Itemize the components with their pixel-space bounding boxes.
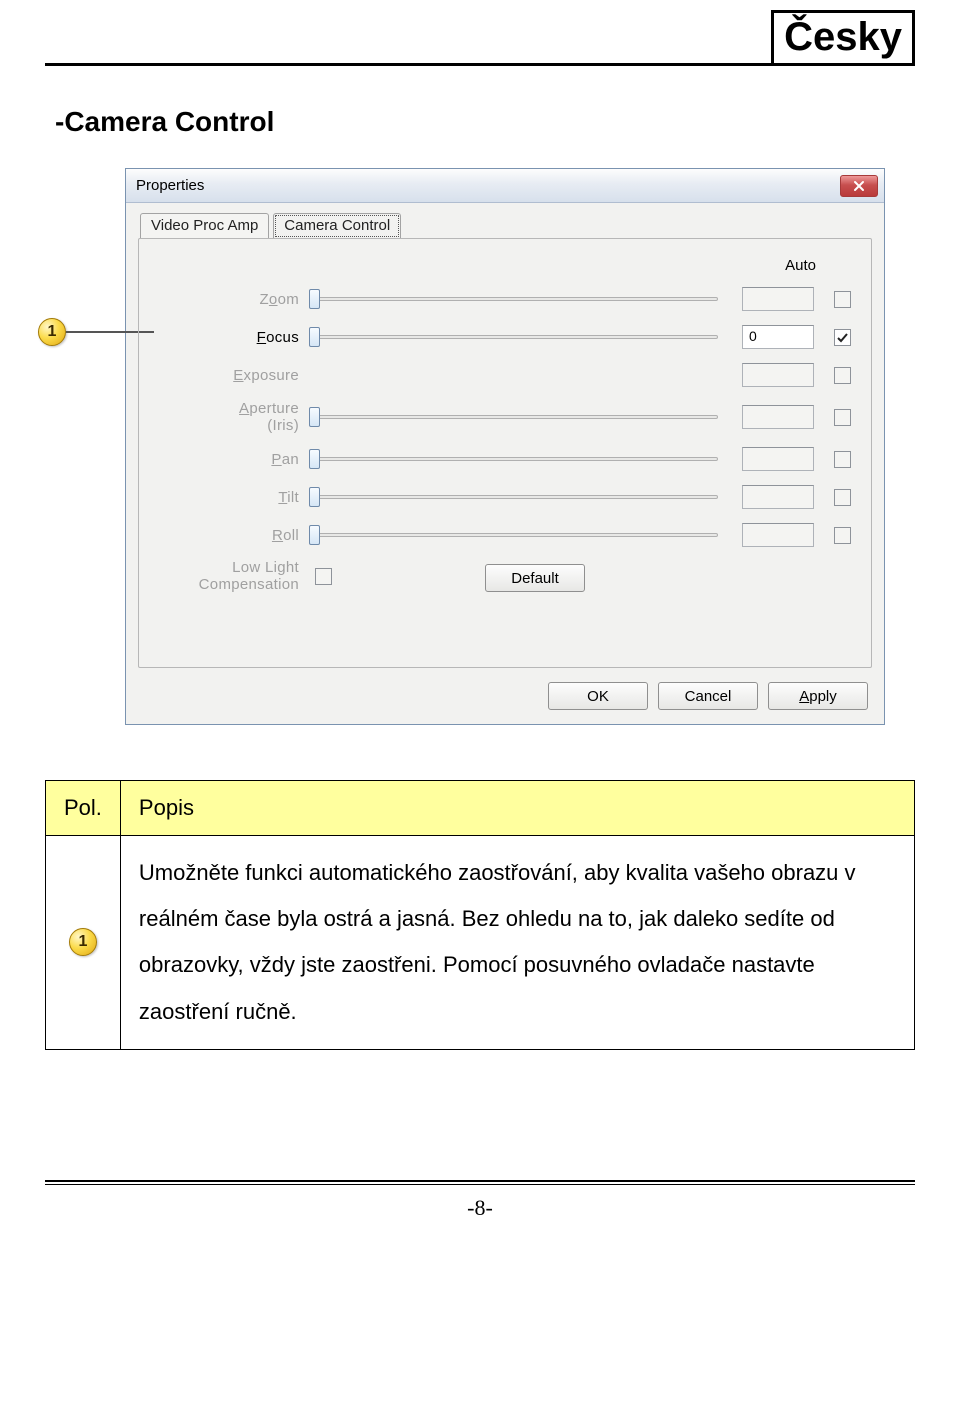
label-aperture: Aperture (Iris) — [159, 400, 309, 435]
tab-camera-control[interactable]: Camera Control — [273, 213, 401, 239]
ok-button[interactable]: OK — [548, 682, 648, 710]
row-exposure: Exposure — [159, 356, 851, 394]
row-roll: Roll — [159, 516, 851, 554]
default-button[interactable]: Default — [485, 564, 585, 592]
auto-pan[interactable] — [834, 451, 851, 468]
slider-aperture[interactable] — [309, 406, 726, 428]
slider-roll[interactable] — [309, 524, 726, 546]
row-aperture: Aperture (Iris) — [159, 394, 851, 440]
label-exposure: Exposure — [159, 367, 309, 384]
footer-rule — [45, 1180, 915, 1185]
tab-video-proc-amp[interactable]: Video Proc Amp — [140, 213, 269, 239]
callout-1-ball: 1 — [38, 318, 66, 346]
value-tilt — [742, 485, 814, 509]
description-table: Pol. Popis 1 Umožněte funkci automatické… — [45, 780, 915, 1050]
slider-tilt[interactable] — [309, 486, 726, 508]
table-row-description: Umožněte funkci automatického zaostřován… — [120, 836, 914, 1050]
label-tilt: Tilt — [159, 489, 309, 506]
close-button[interactable] — [840, 175, 878, 197]
dialog-title: Properties — [136, 177, 204, 194]
value-zoom — [742, 287, 814, 311]
row-pan: Pan — [159, 440, 851, 478]
label-focus: Focus — [159, 329, 309, 346]
language-badge: Česky — [771, 10, 915, 66]
dialog-titlebar: Properties — [126, 169, 884, 203]
properties-dialog: Properties Video Proc Amp Camera Control… — [125, 168, 885, 725]
slider-zoom[interactable] — [309, 288, 726, 310]
checkbox-low-light-comp[interactable] — [315, 568, 332, 585]
cancel-button[interactable]: Cancel — [658, 682, 758, 710]
value-focus[interactable]: 0 — [742, 325, 814, 349]
slider-focus[interactable] — [309, 326, 726, 348]
auto-focus[interactable] — [834, 329, 851, 346]
camera-control-group: Auto Zoom Focus 0 — [138, 238, 872, 668]
row-focus: Focus 0 — [159, 318, 851, 356]
label-roll: Roll — [159, 527, 309, 544]
callout-1-ball-in-table: 1 — [69, 928, 97, 956]
value-pan — [742, 447, 814, 471]
row-tilt: Tilt — [159, 478, 851, 516]
auto-column-header: Auto — [785, 257, 816, 274]
page-number: -8- — [45, 1195, 915, 1221]
auto-zoom[interactable] — [834, 291, 851, 308]
value-roll — [742, 523, 814, 547]
callout-1: 1 — [38, 318, 154, 346]
apply-button[interactable]: Apply — [768, 682, 868, 710]
table-row-icon-cell: 1 — [46, 836, 121, 1050]
dialog-button-row: OK Cancel Apply — [138, 668, 872, 710]
auto-tilt[interactable] — [834, 489, 851, 506]
label-pan: Pan — [159, 451, 309, 468]
tab-strip: Video Proc Amp Camera Control — [140, 213, 872, 239]
label-zoom: Zoom — [159, 291, 309, 308]
value-aperture — [742, 405, 814, 429]
table-header-pol: Pol. — [46, 781, 121, 836]
auto-exposure[interactable] — [834, 367, 851, 384]
label-low-light-comp: Low LightCompensation — [159, 559, 309, 594]
value-exposure — [742, 363, 814, 387]
auto-aperture[interactable] — [834, 409, 851, 426]
auto-roll[interactable] — [834, 527, 851, 544]
table-row: 1 Umožněte funkci automatického zaostřov… — [46, 836, 915, 1050]
table-header-popis: Popis — [120, 781, 914, 836]
close-icon — [853, 180, 865, 192]
row-zoom: Zoom — [159, 280, 851, 318]
check-icon — [836, 331, 849, 344]
slider-pan[interactable] — [309, 448, 726, 470]
section-title: -Camera Control — [55, 106, 915, 138]
